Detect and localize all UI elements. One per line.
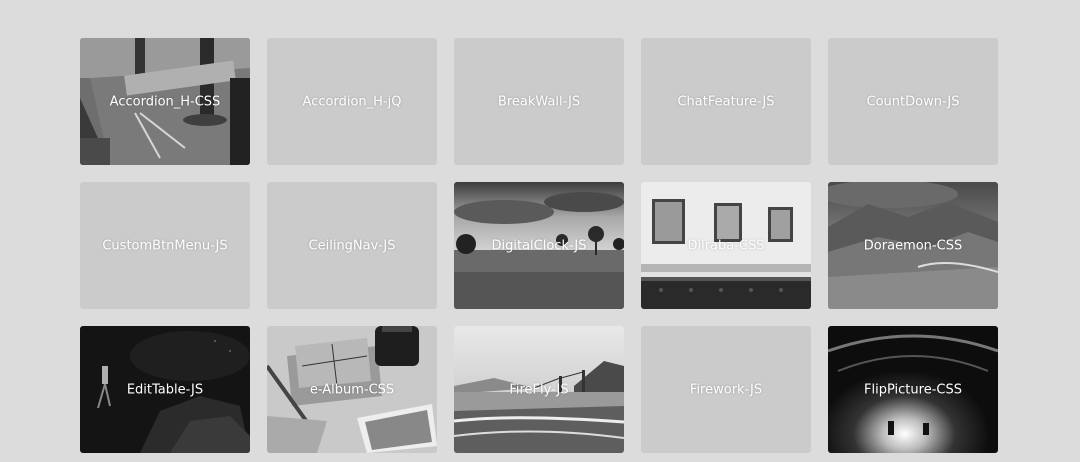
project-card-label: e-Album-CSS (309, 382, 395, 397)
project-grid: Accordion_H-CSS Accordion_H-jQ BreakWall… (80, 38, 998, 453)
project-card-dilraba-css[interactable]: Dilraba-CSS (641, 182, 811, 309)
project-card-label: ChatFeature-JS (677, 94, 775, 109)
project-card-label: EditTable-JS (126, 382, 204, 397)
project-card-edittable-js[interactable]: EditTable-JS (80, 326, 250, 453)
project-card-accordion-h-jq[interactable]: Accordion_H-jQ (267, 38, 437, 165)
project-card-label: DigitalClock-JS (491, 238, 587, 253)
project-card-label: FlipPicture-CSS (864, 382, 962, 397)
project-card-label: Accordion_H-CSS (109, 94, 221, 109)
project-card-firefly-js[interactable]: FireFly-JS (454, 326, 624, 453)
project-card-label: Accordion_H-jQ (302, 94, 402, 109)
project-card-label: FireFly-JS (509, 382, 569, 397)
project-card-flippicture-css[interactable]: FlipPicture-CSS (828, 326, 998, 453)
project-card-label: Doraemon-CSS (863, 238, 963, 253)
project-card-firework-js[interactable]: Firework-JS (641, 326, 811, 453)
project-card-accordion-h-css[interactable]: Accordion_H-CSS (80, 38, 250, 165)
project-card-digitalclock-js[interactable]: DigitalClock-JS (454, 182, 624, 309)
project-card-label: CountDown-JS (866, 94, 960, 109)
project-card-e-album-css[interactable]: e-Album-CSS (267, 326, 437, 453)
project-card-breakwall-js[interactable]: BreakWall-JS (454, 38, 624, 165)
project-card-chatfeature-js[interactable]: ChatFeature-JS (641, 38, 811, 165)
project-card-custombtnmenu-js[interactable]: CustomBtnMenu-JS (80, 182, 250, 309)
project-card-doraemon-css[interactable]: Doraemon-CSS (828, 182, 998, 309)
project-card-label: CeilingNav-JS (308, 238, 396, 253)
project-card-ceilingnav-js[interactable]: CeilingNav-JS (267, 182, 437, 309)
project-card-label: Dilraba-CSS (687, 238, 765, 253)
project-card-label: Firework-JS (689, 382, 763, 397)
project-card-label: CustomBtnMenu-JS (102, 238, 228, 253)
project-card-countdown-js[interactable]: CountDown-JS (828, 38, 998, 165)
project-card-label: BreakWall-JS (497, 94, 581, 109)
